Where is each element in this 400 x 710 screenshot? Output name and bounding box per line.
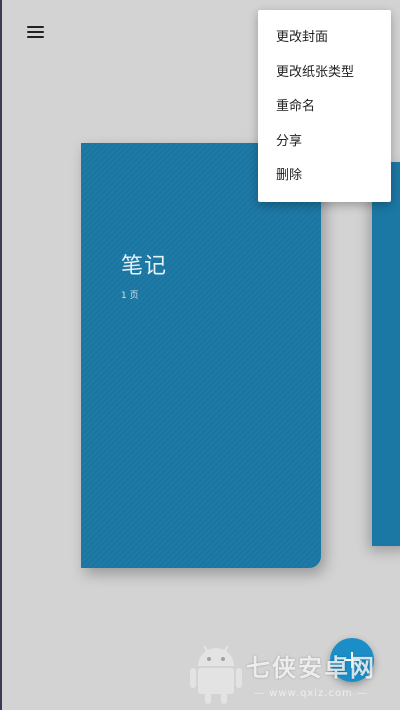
watermark-text: 七侠安卓网	[246, 654, 376, 682]
menu-item-change-paper-type[interactable]: 更改纸张类型	[258, 55, 391, 90]
watermark-url: — www.qxlz.com —	[254, 688, 368, 699]
menu-item-share[interactable]: 分享	[258, 124, 391, 159]
android-robot-logo	[190, 645, 242, 704]
notebook-card[interactable]: 笔记 1 页	[81, 143, 321, 568]
notebook-card-next[interactable]	[372, 162, 400, 546]
menu-item-change-cover[interactable]: 更改封面	[258, 20, 391, 55]
menu-item-delete[interactable]: 删除	[258, 158, 391, 193]
context-menu: 更改封面 更改纸张类型 重命名 分享 删除	[258, 10, 391, 202]
watermark: 七侠安卓网 — www.qxlz.com —	[188, 640, 400, 710]
notebook-title: 笔记	[121, 254, 168, 279]
menu-item-rename[interactable]: 重命名	[258, 89, 391, 124]
notebook-page-count: 1 页	[121, 291, 139, 301]
hamburger-menu-icon[interactable]	[20, 18, 52, 46]
window-edge	[0, 0, 2, 710]
